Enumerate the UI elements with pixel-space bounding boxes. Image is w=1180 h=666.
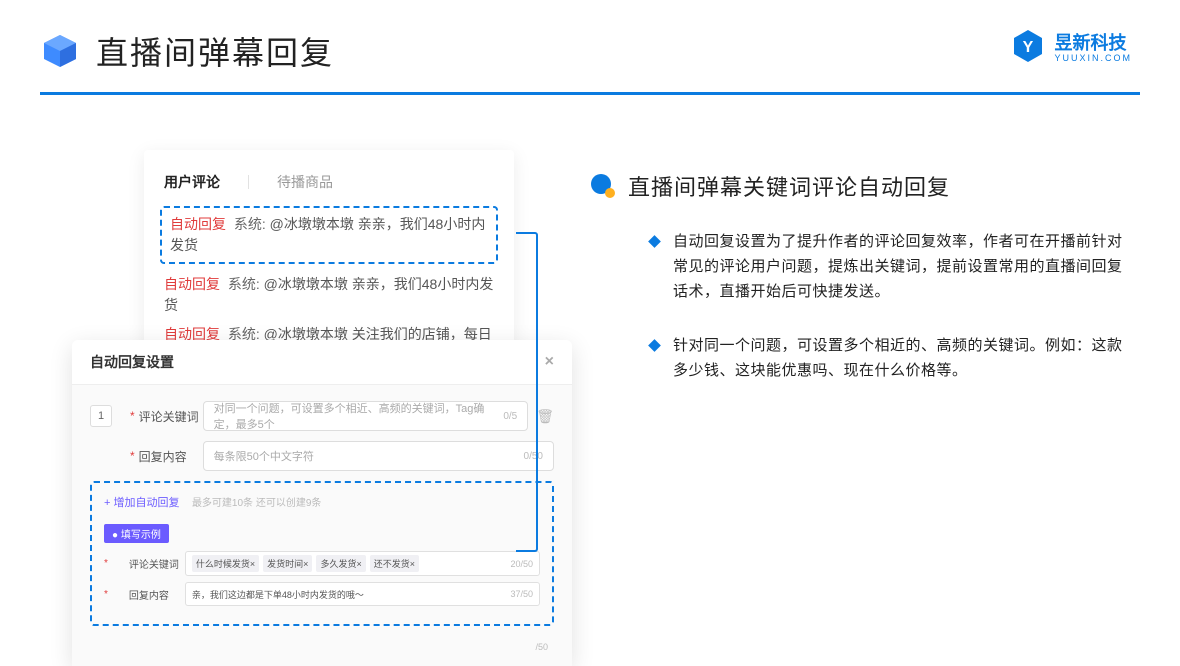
form-row-content: * 回复内容 每条限50个中文字符 0/50 <box>90 441 554 471</box>
chat-bubble-icon <box>590 173 616 199</box>
tab-pending-goods[interactable]: 待播商品 <box>277 172 333 192</box>
auto-reply-settings-card: 自动回复设置 × 1 * 评论关键词 对同一个问题，可设置多个相近、高频的关键词… <box>72 340 572 666</box>
tag[interactable]: 什么时候发货× <box>192 555 259 572</box>
keyword-input[interactable]: 对同一个问题，可设置多个相近、高频的关键词，Tag确定，最多5个 0/5 <box>203 401 529 431</box>
example-keyword-row: * 评论关键词 什么时候发货× 发货时间× 多久发货× 还不发货× 20/50 <box>104 551 540 576</box>
comment-row: 自动回复 系统: @冰墩墩本墩 亲亲，我们48小时内发货 <box>164 274 494 316</box>
brand-name: 昱新科技 <box>1054 29 1132 55</box>
example-content-row: * 回复内容 亲，我们这边都是下单48小时内发货的哦～ 37/50 <box>104 582 540 606</box>
header: 直播间弹幕回复 Y 昱新科技 YUUXIN.COM <box>0 0 1180 74</box>
bullet-item: 针对同一个问题，可设置多个相近的、高频的关键词。例如：这款多少钱、这块能优惠吗、… <box>650 334 1130 384</box>
keyword-label: 评论关键词 <box>139 408 203 425</box>
tabs: 用户评论 待播商品 <box>164 172 494 192</box>
required-mark: * <box>104 589 108 600</box>
brand-sub: YUUXIN.COM <box>1054 53 1132 63</box>
add-auto-reply-link[interactable]: + 增加自动回复 <box>104 494 179 510</box>
brand-hex-icon: Y <box>1010 28 1046 64</box>
cube-logo-icon <box>40 31 80 71</box>
content-input[interactable]: 每条限50个中文字符 0/50 <box>203 441 554 471</box>
highlighted-comment: 自动回复 系统: @冰墩墩本墩 亲亲，我们48小时内发货 <box>160 206 498 264</box>
delete-icon[interactable]: 🗑 <box>536 408 554 425</box>
ex-content-text: 亲，我们这边都是下单48小时内发货的哦～ <box>192 588 364 601</box>
subsection-header: 直播间弹幕关键词评论自动回复 <box>590 170 1130 202</box>
connector-line <box>516 232 538 552</box>
auto-reply-tag: 自动回复 <box>164 276 220 292</box>
tab-user-comments[interactable]: 用户评论 <box>164 172 220 192</box>
required-mark: * <box>104 558 108 569</box>
svg-text:Y: Y <box>1023 39 1034 56</box>
bullet-item: 自动回复设置为了提升作者的评论回复效率，作者可在开播前针对常见的评论用户问题，提… <box>650 230 1130 304</box>
required-mark: * <box>130 409 135 423</box>
bullet-text: 针对同一个问题，可设置多个相近的、高频的关键词。例如：这款多少钱、这块能优惠吗、… <box>673 334 1130 384</box>
page-title: 直播间弹幕回复 <box>96 28 334 74</box>
diamond-bullet-icon <box>648 235 661 248</box>
add-hint: 最多可建10条 还可以创建9条 <box>192 498 321 509</box>
placeholder-text: 对同一个问题，可设置多个相近、高频的关键词，Tag确定，最多5个 <box>214 400 504 432</box>
placeholder-text: 每条限50个中文字符 <box>214 448 314 464</box>
diamond-bullet-icon <box>648 339 661 352</box>
ex-content-label: 回复内容 <box>129 587 185 602</box>
right-panel: 直播间弹幕关键词评论自动回复 自动回复设置为了提升作者的评论回复效率，作者可在开… <box>590 170 1130 414</box>
example-badge: ● 填写示例 <box>104 524 169 543</box>
bullet-text: 自动回复设置为了提升作者的评论回复效率，作者可在开播前针对常见的评论用户问题，提… <box>673 230 1130 304</box>
ex-content-box[interactable]: 亲，我们这边都是下单48小时内发货的哦～ 37/50 <box>185 582 540 606</box>
counter: 20/50 <box>510 559 533 569</box>
auto-reply-tag: 自动回复 <box>170 216 226 232</box>
counter: 37/50 <box>510 589 533 599</box>
brand-block: Y 昱新科技 YUUXIN.COM <box>1010 28 1132 64</box>
required-mark: * <box>130 449 135 463</box>
subsection-title: 直播间弹幕关键词评论自动回复 <box>628 170 950 202</box>
ex-keyword-label: 评论关键词 <box>129 556 185 571</box>
close-icon[interactable]: × <box>545 353 554 371</box>
example-block: + 增加自动回复 最多可建10条 还可以创建9条 ● 填写示例 * 评论关键词 … <box>90 481 554 626</box>
outer-counter: /50 <box>535 642 548 652</box>
ex-keyword-tags[interactable]: 什么时候发货× 发货时间× 多久发货× 还不发货× 20/50 <box>185 551 540 576</box>
system-tag: 系统: <box>234 216 266 232</box>
tag[interactable]: 还不发货× <box>370 555 419 572</box>
settings-header: 自动回复设置 × <box>72 340 572 385</box>
form-row-keyword: 1 * 评论关键词 对同一个问题，可设置多个相近、高频的关键词，Tag确定，最多… <box>90 401 554 431</box>
settings-body: 1 * 评论关键词 对同一个问题，可设置多个相近、高频的关键词，Tag确定，最多… <box>72 385 572 666</box>
left-panel: 用户评论 待播商品 自动回复 系统: @冰墩墩本墩 亲亲，我们48小时内发货 自… <box>72 150 572 438</box>
comment-row: 自动回复 系统: @冰墩墩本墩 亲亲，我们48小时内发货 <box>170 214 488 256</box>
settings-title: 自动回复设置 <box>90 352 174 372</box>
tab-divider <box>248 175 249 189</box>
content-label: 回复内容 <box>139 448 203 465</box>
tag[interactable]: 发货时间× <box>263 555 312 572</box>
header-divider <box>40 92 1140 95</box>
row-number: 1 <box>90 405 112 427</box>
tag[interactable]: 多久发货× <box>316 555 365 572</box>
system-tag: 系统: <box>228 276 260 292</box>
